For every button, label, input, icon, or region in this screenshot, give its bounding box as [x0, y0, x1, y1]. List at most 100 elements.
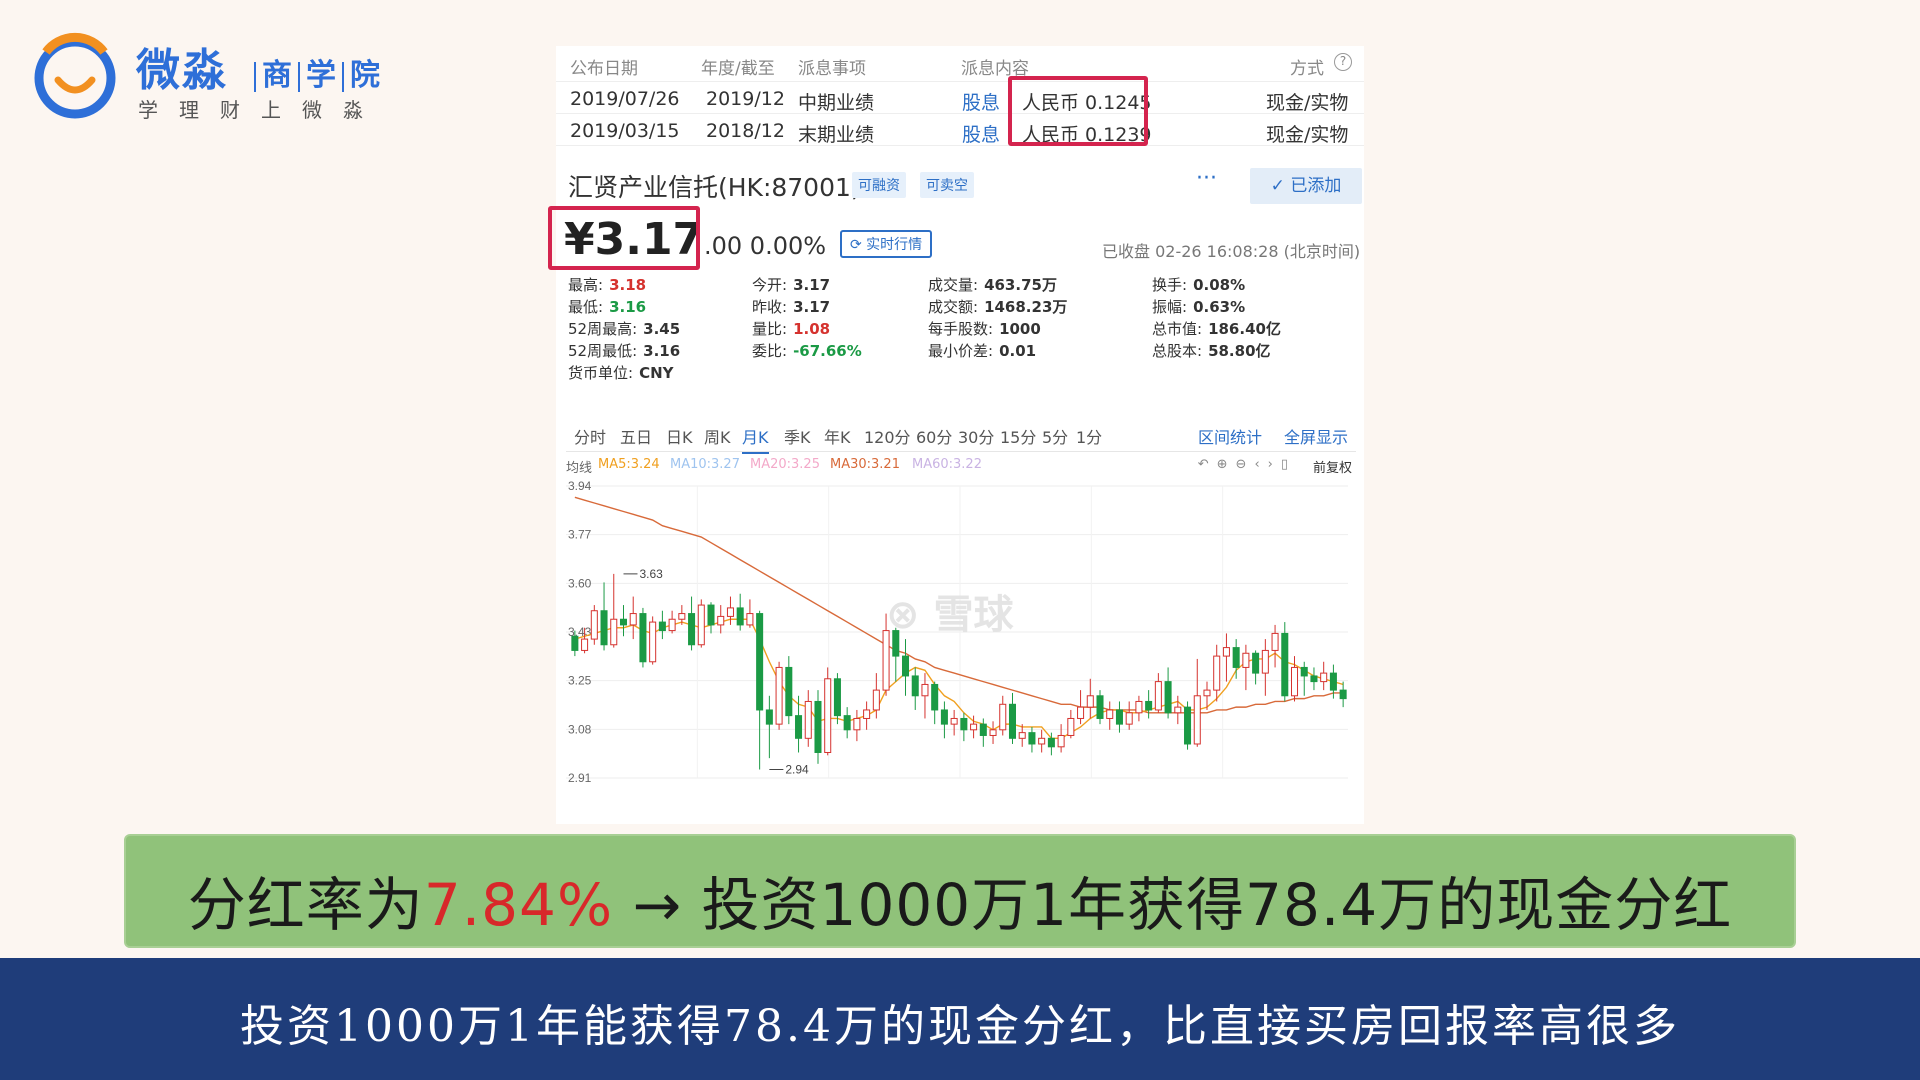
candle-body — [590, 610, 598, 640]
brand-suffix-1: 商 — [262, 58, 292, 93]
candle-body — [843, 715, 851, 731]
candle-body — [1310, 675, 1318, 683]
candle-body — [1096, 695, 1104, 719]
tab-1min[interactable]: 1分 — [1076, 424, 1102, 448]
y-tick-label: 3.77 — [568, 528, 592, 542]
candle-body — [1008, 703, 1017, 739]
stat-label: 昨收: — [752, 298, 788, 316]
y-tick-label: 3.94 — [568, 479, 592, 493]
tab-15min[interactable]: 15分 — [1000, 424, 1036, 448]
ma5-value: MA5:3.24 — [598, 457, 660, 472]
stat-label: 今开: — [752, 276, 788, 294]
stat-high: 最高: 3.18 — [568, 274, 646, 295]
stat-total-shares: 总股本: 58.80亿 — [1152, 340, 1271, 361]
stat-label: 成交量: — [928, 276, 979, 294]
brand-suffix: 商学院 — [248, 50, 380, 94]
candle-body — [814, 700, 822, 753]
tab-60min[interactable]: 60分 — [916, 424, 952, 448]
candle-body — [658, 621, 666, 632]
candle-body — [931, 683, 939, 711]
tab-30min[interactable]: 30分 — [958, 424, 994, 448]
candle-body — [600, 610, 608, 646]
dividend-table: 公布日期 年度/截至 派息事项 派息内容 方式 ? 2019/07/26 201… — [556, 46, 1364, 150]
smile-circle-logo-icon — [34, 32, 116, 119]
stat-value: 3.16 — [609, 298, 647, 316]
next-icon[interactable]: › — [1268, 457, 1281, 472]
candle-body — [911, 675, 919, 697]
candle-body — [629, 613, 637, 626]
zoom-out-icon[interactable]: ⊖ — [1236, 457, 1255, 472]
moving-average-legend: 均线 MA5:3.24 MA10:3.27 MA20:3.25 MA30:3.2… — [566, 454, 1356, 476]
stat-value: 463.75万 — [984, 276, 1057, 294]
candle-body — [1115, 709, 1123, 725]
candle-body — [1067, 717, 1075, 736]
tab-120min[interactable]: 120分 — [864, 424, 911, 448]
stat-value: 3.45 — [643, 320, 681, 338]
col-header: 公布日期 — [570, 59, 638, 79]
candle-body — [999, 703, 1007, 731]
candle-body — [1329, 672, 1337, 691]
candle-body — [795, 715, 803, 739]
more-icon[interactable]: ··· — [1196, 166, 1217, 191]
range-stats-link[interactable]: 区间统计 — [1198, 424, 1262, 448]
stat-value: 0.63% — [1193, 298, 1246, 316]
candle-body — [1125, 712, 1133, 725]
adjust-mode[interactable]: 前复权 — [1313, 457, 1352, 476]
candle-body — [1038, 737, 1046, 745]
zoom-in-icon[interactable]: ⊕ — [1217, 457, 1236, 472]
candle-body — [1145, 700, 1153, 711]
candle-body — [639, 613, 647, 663]
cell-period: 2019/12 — [706, 88, 785, 110]
candle-body — [1164, 681, 1172, 714]
candle-body — [785, 666, 793, 717]
tab-five-day[interactable]: 五日 — [620, 424, 652, 448]
stat-label: 振幅: — [1152, 298, 1188, 316]
cell-kind-link[interactable]: 股息 — [962, 88, 1000, 115]
candle-body — [1213, 655, 1221, 691]
tab-daily-k[interactable]: 日K — [666, 424, 693, 448]
candle-body — [756, 613, 764, 711]
stat-open: 今开: 3.17 — [752, 274, 830, 295]
added-watchlist-button[interactable]: ✓ 已添加 — [1250, 168, 1362, 204]
cell-period: 2018/12 — [706, 120, 785, 142]
stat-label: 总股本: — [1152, 342, 1203, 360]
candle-body — [678, 613, 686, 620]
brand-logo: 微淼 商学院 学理财上微淼 — [28, 24, 408, 124]
candle-body — [726, 607, 734, 617]
candle-body — [833, 678, 841, 717]
subtitle-bar: 投资1000万1年能获得78.4万的现金分红，比直接买房回报率高很多 — [0, 958, 1920, 1080]
tab-intraday[interactable]: 分时 — [574, 424, 606, 448]
table-row: 2019/03/15 2018/12 末期业绩 股息 人民币 0.1239 现金… — [556, 114, 1364, 146]
stat-label: 成交额: — [928, 298, 979, 316]
stat-currency: 货币单位: CNY — [568, 362, 674, 383]
fullscreen-link[interactable]: 全屏显示 — [1284, 424, 1348, 448]
short-sell-tag[interactable]: 可卖空 — [920, 172, 974, 198]
cell-kind-link[interactable]: 股息 — [962, 120, 1000, 147]
tab-5min[interactable]: 5分 — [1042, 424, 1068, 448]
undo-icon[interactable]: ↶ — [1198, 457, 1217, 472]
prev-icon[interactable]: ‹ — [1254, 457, 1267, 472]
tab-yearly-k[interactable]: 年K — [824, 424, 851, 448]
question-circle-icon[interactable]: ? — [1334, 53, 1352, 71]
realtime-quote-button[interactable]: ⟳ 实时行情 — [840, 230, 933, 258]
candle-body — [804, 700, 812, 739]
candle-body — [1281, 632, 1289, 697]
candle-body — [872, 689, 880, 711]
col-header: 派息事项 — [798, 59, 866, 79]
tab-quarterly-k[interactable]: 季K — [784, 424, 811, 448]
delete-icon[interactable]: ▯ — [1281, 457, 1296, 472]
margin-tag[interactable]: 可融资 — [852, 172, 906, 198]
brand-slogan: 学理财上微淼 — [138, 98, 384, 122]
candle-body — [649, 621, 657, 663]
y-tick-label: 3.08 — [568, 722, 592, 736]
stat-label: 总市值: — [1152, 320, 1203, 338]
candle-body — [1252, 652, 1260, 674]
candle-body — [853, 717, 861, 731]
tab-monthly-k[interactable]: 月K — [742, 424, 769, 454]
candle-body — [746, 613, 754, 626]
stat-commission-ratio: 委比: -67.66% — [752, 340, 862, 361]
stock-screenshot-panel: 公布日期 年度/截至 派息事项 派息内容 方式 ? 2019/07/26 201… — [548, 46, 1364, 824]
cell-method: 现金/实物 — [1266, 124, 1349, 146]
stat-turnover: 换手: 0.08% — [1152, 274, 1245, 295]
tab-weekly-k[interactable]: 周K — [704, 424, 731, 448]
